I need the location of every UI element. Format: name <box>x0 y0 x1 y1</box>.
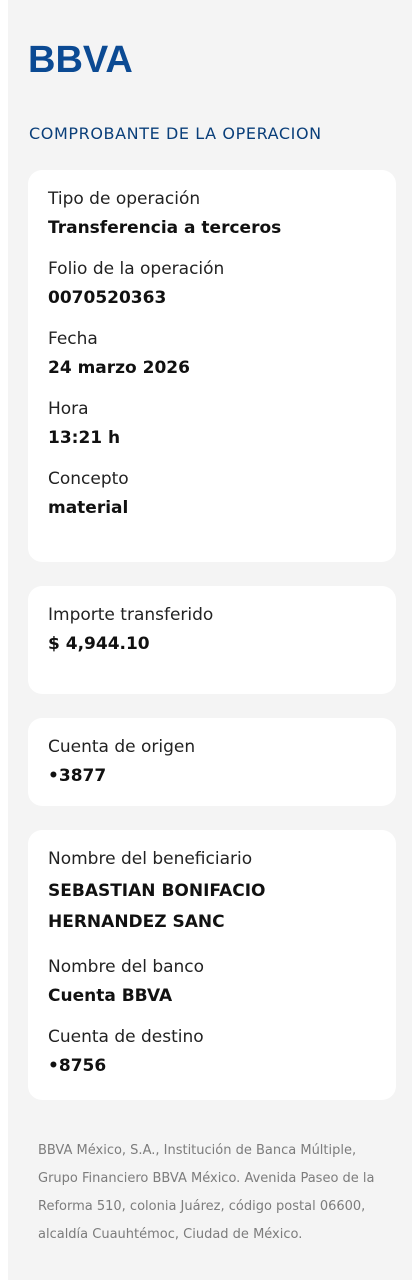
operation-date-field: Fecha 24 marzo 2026 <box>48 329 376 380</box>
bank-name-field: Nombre del banco Cuenta BBVA <box>48 957 376 1008</box>
origin-account-value: •3877 <box>48 766 107 786</box>
destination-account-label: Cuenta de destino <box>48 1027 204 1047</box>
legal-footer: BBVA México, S.A., Institución de Banca … <box>38 1143 375 1242</box>
transfer-amount-label: Importe transferido <box>48 605 214 625</box>
transfer-amount-value: $ 4,944.10 <box>48 634 150 654</box>
operation-date-label: Fecha <box>48 329 98 349</box>
operation-type-field: Tipo de operación Transferencia a tercer… <box>48 189 376 240</box>
beneficiary-card: Nombre del beneficiario SEBASTIAN BONIFA… <box>28 830 396 1100</box>
operation-date-value: 24 marzo 2026 <box>48 358 190 378</box>
operation-folio-value: 0070520363 <box>48 288 167 308</box>
bbva-logo: BBVA <box>28 39 133 78</box>
operation-time-field: Hora 13:21 h <box>48 399 376 450</box>
transfer-amount-field: Importe transferido $ 4,944.10 <box>48 605 376 656</box>
origin-account-card: Cuenta de origen •3877 <box>28 718 396 806</box>
bank-name-value: Cuenta BBVA <box>48 986 173 1006</box>
operation-folio-label: Folio de la operación <box>48 259 225 279</box>
origin-account-label: Cuenta de origen <box>48 737 196 757</box>
operation-type-label: Tipo de operación <box>48 189 201 209</box>
operation-concept-field: Concepto material <box>48 469 376 520</box>
operation-time-label: Hora <box>48 399 89 419</box>
receipt-title: COMPROBANTE DE LA OPERACION <box>29 124 322 143</box>
operation-concept-value: material <box>48 498 129 518</box>
operation-folio-field: Folio de la operación 0070520363 <box>48 259 376 310</box>
beneficiary-name-value: SEBASTIAN BONIFACIO HERNANDEZ SANC <box>48 881 266 932</box>
operation-type-value: Transferencia a terceros <box>48 218 282 238</box>
bbva-logo-text: BBVA <box>28 39 133 78</box>
receipt-page: BBVA COMPROBANTE DE LA OPERACION Tipo de… <box>8 0 412 1280</box>
bank-name-label: Nombre del banco <box>48 957 205 977</box>
operation-details-card: Tipo de operación Transferencia a tercer… <box>28 170 396 562</box>
operation-concept-label: Concepto <box>48 469 129 489</box>
destination-account-value: •8756 <box>48 1056 107 1076</box>
origin-account-field: Cuenta de origen •3877 <box>48 737 376 788</box>
operation-time-value: 13:21 h <box>48 428 121 448</box>
destination-account-field: Cuenta de destino •8756 <box>48 1027 376 1078</box>
beneficiary-name-field: Nombre del beneficiario SEBASTIAN BONIFA… <box>48 849 376 938</box>
amount-card: Importe transferido $ 4,944.10 <box>28 586 396 694</box>
beneficiary-name-label: Nombre del beneficiario <box>48 849 253 869</box>
